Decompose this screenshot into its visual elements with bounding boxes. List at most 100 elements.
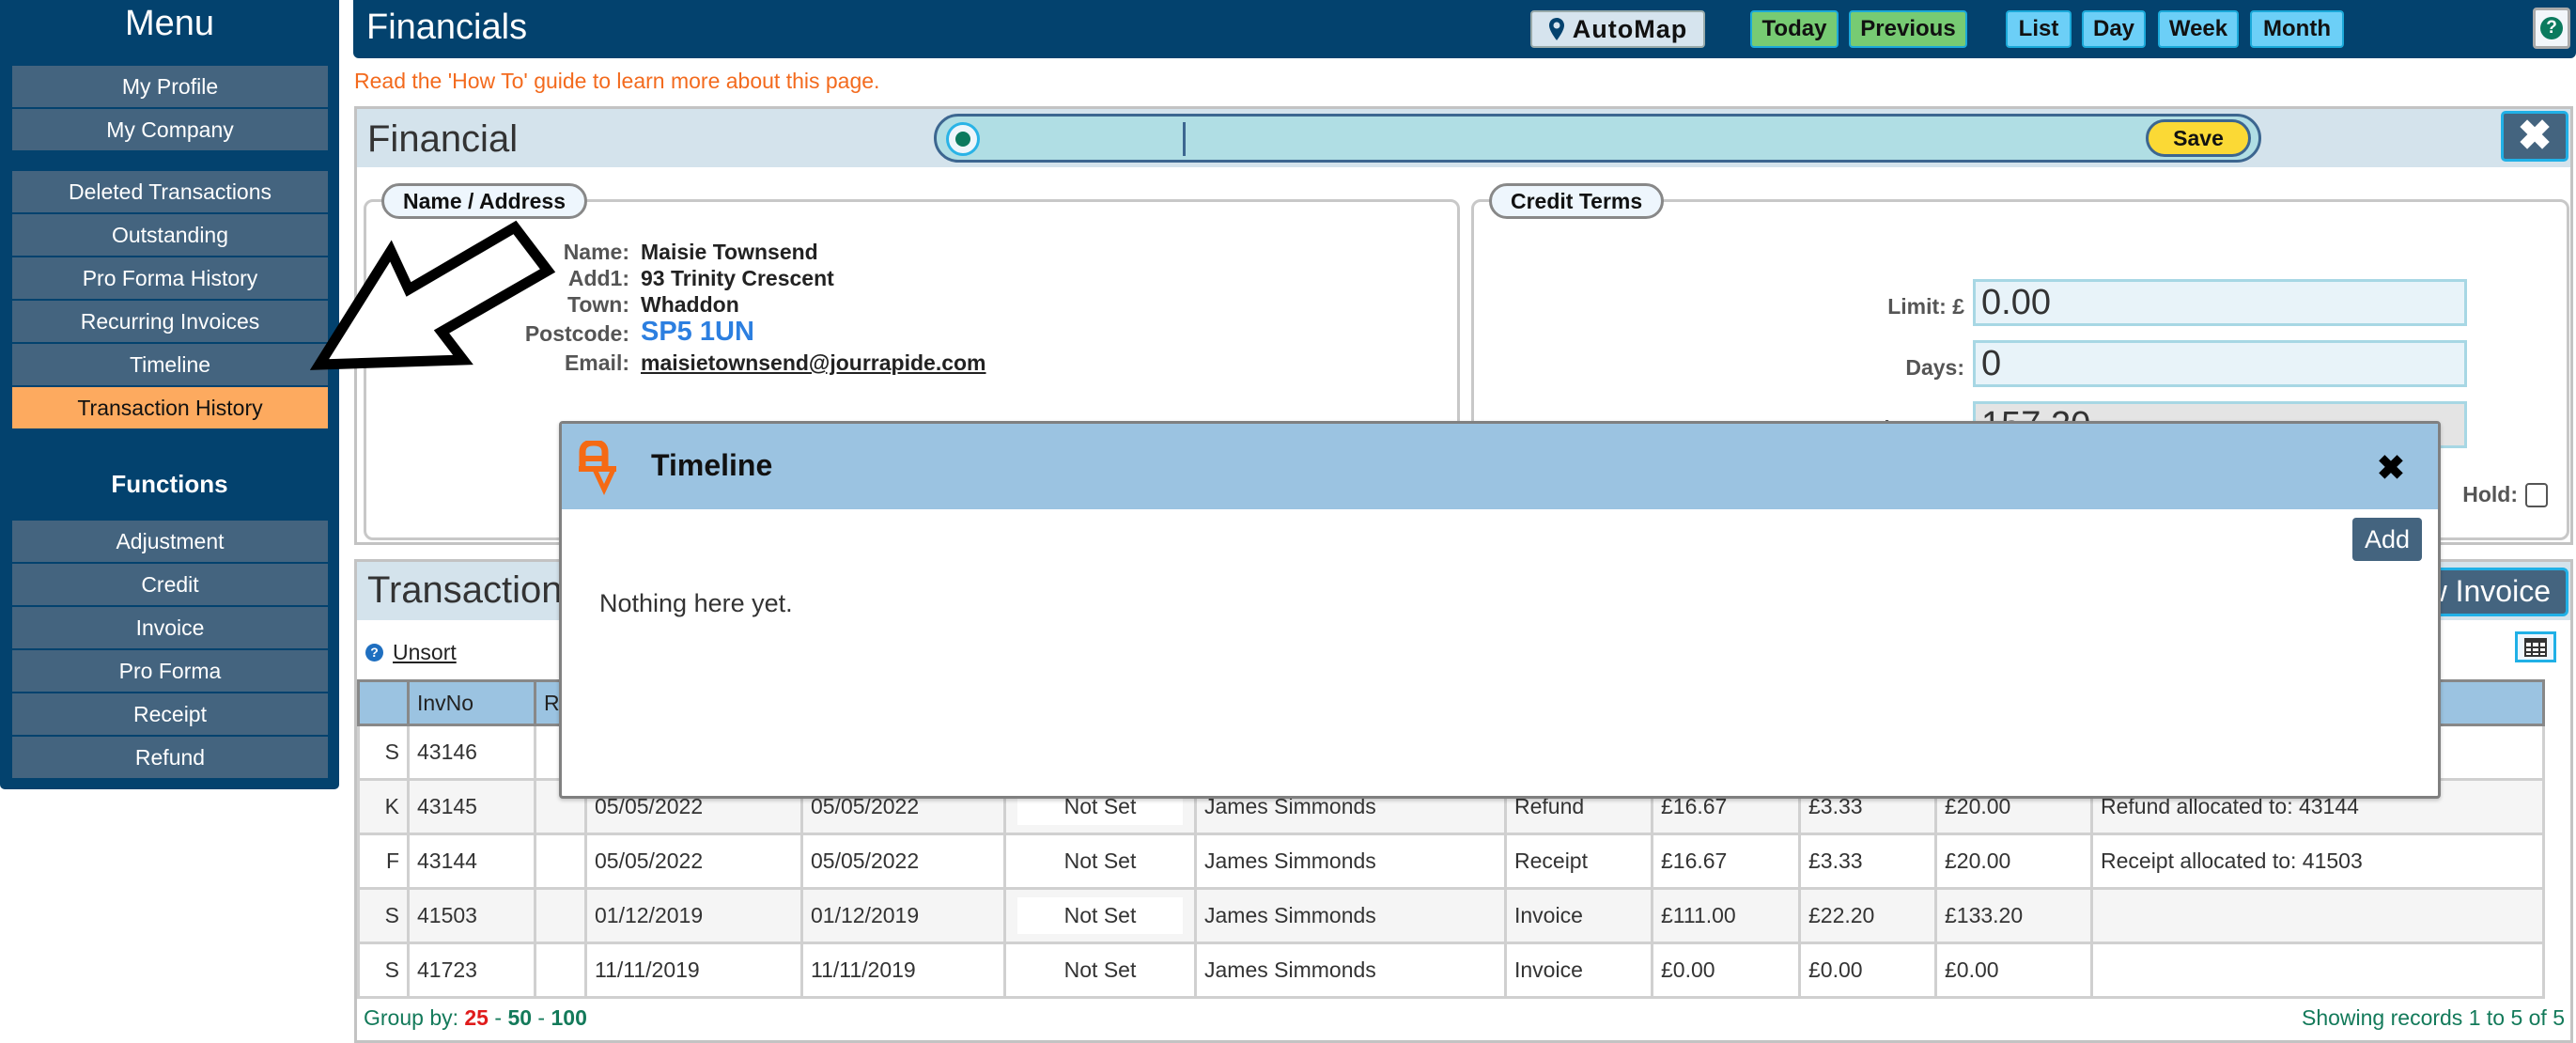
- sidebar-item-timeline[interactable]: Timeline: [12, 344, 328, 385]
- group-by-label: Group by:: [364, 1005, 458, 1030]
- hold-label: Hold:: [2462, 482, 2518, 506]
- hold-field: Hold:: [2462, 482, 2548, 507]
- cell-net: £16.67: [1651, 833, 1801, 890]
- function-receipt[interactable]: Receipt: [12, 693, 328, 735]
- unsort-link[interactable]: Unsort: [393, 640, 457, 665]
- cell-r: [534, 942, 587, 999]
- cell-notes: [2090, 887, 2545, 944]
- function-pro-forma[interactable]: Pro Forma: [12, 650, 328, 692]
- col-flag[interactable]: [357, 679, 410, 726]
- cell-r: [534, 833, 587, 890]
- functions-title: Functions: [111, 470, 228, 498]
- limit-label: Limit: £: [1887, 294, 1964, 319]
- cell-total: £133.20: [1934, 887, 2093, 944]
- cell-status: Not Set: [1003, 833, 1197, 890]
- how-to-guide-link[interactable]: Read the 'How To' guide to learn more ab…: [354, 69, 879, 94]
- menu-title: Menu: [124, 4, 215, 43]
- help-button[interactable]: ?: [2533, 8, 2570, 49]
- name-label: Name:: [563, 240, 629, 264]
- column-chooser-button[interactable]: [2515, 631, 2556, 662]
- help-icon: ?: [2540, 17, 2563, 39]
- automap-label: AutoMap: [1572, 14, 1688, 43]
- status-badge[interactable]: Not Set: [1016, 843, 1184, 880]
- cell-flag: S: [357, 887, 410, 944]
- status-badge[interactable]: Not Set: [1016, 897, 1184, 934]
- modal-header: Timeline ✖: [562, 424, 2438, 509]
- sidebar-item-deleted-transactions[interactable]: Deleted Transactions: [12, 171, 328, 212]
- cell-flag: S: [357, 942, 410, 999]
- sidebar: Menu My Profile My Company Deleted Trans…: [0, 0, 339, 789]
- week-view-button[interactable]: Week: [2158, 10, 2239, 48]
- sidebar-item-recurring-invoices[interactable]: Recurring Invoices: [12, 301, 328, 342]
- day-view-button[interactable]: Day: [2082, 10, 2146, 48]
- annotation-arrow-icon: [310, 220, 556, 370]
- add1-label: Add1:: [567, 266, 629, 290]
- top-bar: Financials AutoMap Today Previous List D…: [353, 0, 2576, 58]
- cell-notes: [2090, 942, 2545, 999]
- credit-limit-input[interactable]: [1973, 279, 2467, 326]
- cell-total: £20.00: [1934, 833, 2093, 890]
- financial-title: Financial: [367, 118, 519, 160]
- modal-close-icon[interactable]: ✖: [2377, 448, 2405, 488]
- cell-net: £0.00: [1651, 942, 1801, 999]
- month-view-button[interactable]: Month: [2250, 10, 2344, 48]
- cell-invno: 43144: [407, 833, 536, 890]
- table-grid-icon: [2524, 637, 2547, 657]
- cell-invno: 41723: [407, 942, 536, 999]
- cell-flag: S: [357, 724, 410, 781]
- app-logo-icon: [579, 441, 616, 495]
- group-by-50[interactable]: 50: [507, 1005, 532, 1030]
- credit-days-input[interactable]: [1973, 340, 2467, 387]
- town-value: Whaddon: [641, 292, 739, 317]
- add-timeline-button[interactable]: Add: [2352, 518, 2422, 561]
- sidebar-item-pro-forma-history[interactable]: Pro Forma History: [12, 257, 328, 299]
- cell-due: 11/11/2019: [800, 942, 1006, 999]
- transactions-title: Transactions: [367, 569, 582, 611]
- cell-invno: 43145: [407, 778, 536, 835]
- function-refund[interactable]: Refund: [12, 737, 328, 778]
- table-row[interactable]: S 41723 11/11/2019 11/11/2019 Not Set James S…: [357, 942, 2545, 999]
- cell-status: Not Set: [1003, 887, 1197, 944]
- help-icon[interactable]: ?: [365, 644, 383, 662]
- hold-checkbox[interactable]: [2525, 482, 2548, 507]
- unsort-control: ? Unsort: [365, 640, 457, 665]
- automap-button[interactable]: AutoMap: [1530, 10, 1705, 48]
- save-button[interactable]: Save: [2146, 119, 2251, 157]
- previous-button[interactable]: Previous: [1849, 10, 1967, 48]
- postcode-value[interactable]: SP5 1UN: [641, 317, 754, 348]
- function-invoice[interactable]: Invoice: [12, 607, 328, 648]
- function-credit[interactable]: Credit: [12, 564, 328, 605]
- cell-invno: 43146: [407, 724, 536, 781]
- close-panel-button[interactable]: ✖: [2501, 111, 2568, 162]
- cell-invno: 41503: [407, 887, 536, 944]
- record-toolbar: Save: [934, 114, 2261, 163]
- status-badge[interactable]: Not Set: [1016, 952, 1184, 989]
- page-title: Financials: [366, 8, 528, 47]
- table-row[interactable]: S 41503 01/12/2019 01/12/2019 Not Set James S…: [357, 887, 2545, 944]
- table-row[interactable]: F 43144 05/05/2022 05/05/2022 Not Set James S…: [357, 833, 2545, 890]
- email-label: Email:: [564, 350, 629, 375]
- empty-state-text: Nothing here yet.: [599, 589, 793, 617]
- cell-flag: F: [357, 833, 410, 890]
- list-view-button[interactable]: List: [2006, 10, 2072, 48]
- sidebar-item-outstanding[interactable]: Outstanding: [12, 214, 328, 256]
- cell-name: James Simmonds: [1194, 833, 1507, 890]
- group-by-25[interactable]: 25: [464, 1005, 489, 1030]
- sidebar-item-my-profile[interactable]: My Profile: [12, 66, 328, 107]
- modal-title: Timeline: [651, 448, 773, 482]
- cell-date: 01/12/2019: [584, 887, 803, 944]
- cell-notes: Receipt allocated to: 41503: [2090, 833, 2545, 890]
- cell-due: 01/12/2019: [800, 887, 1006, 944]
- sidebar-item-transaction-history[interactable]: Transaction History: [12, 387, 328, 428]
- sidebar-item-my-company[interactable]: My Company: [12, 109, 328, 150]
- cell-type: Invoice: [1504, 887, 1653, 944]
- cell-name: James Simmonds: [1194, 887, 1507, 944]
- record-status-radio[interactable]: [946, 122, 980, 156]
- today-button[interactable]: Today: [1750, 10, 1839, 48]
- email-link[interactable]: maisietownsend@jourrapide.com: [641, 350, 986, 376]
- col-invno[interactable]: InvNo: [407, 679, 536, 726]
- cell-flag: K: [357, 778, 410, 835]
- function-adjustment[interactable]: Adjustment: [12, 521, 328, 562]
- group-by-100[interactable]: 100: [551, 1005, 586, 1030]
- cell-date: 11/11/2019: [584, 942, 803, 999]
